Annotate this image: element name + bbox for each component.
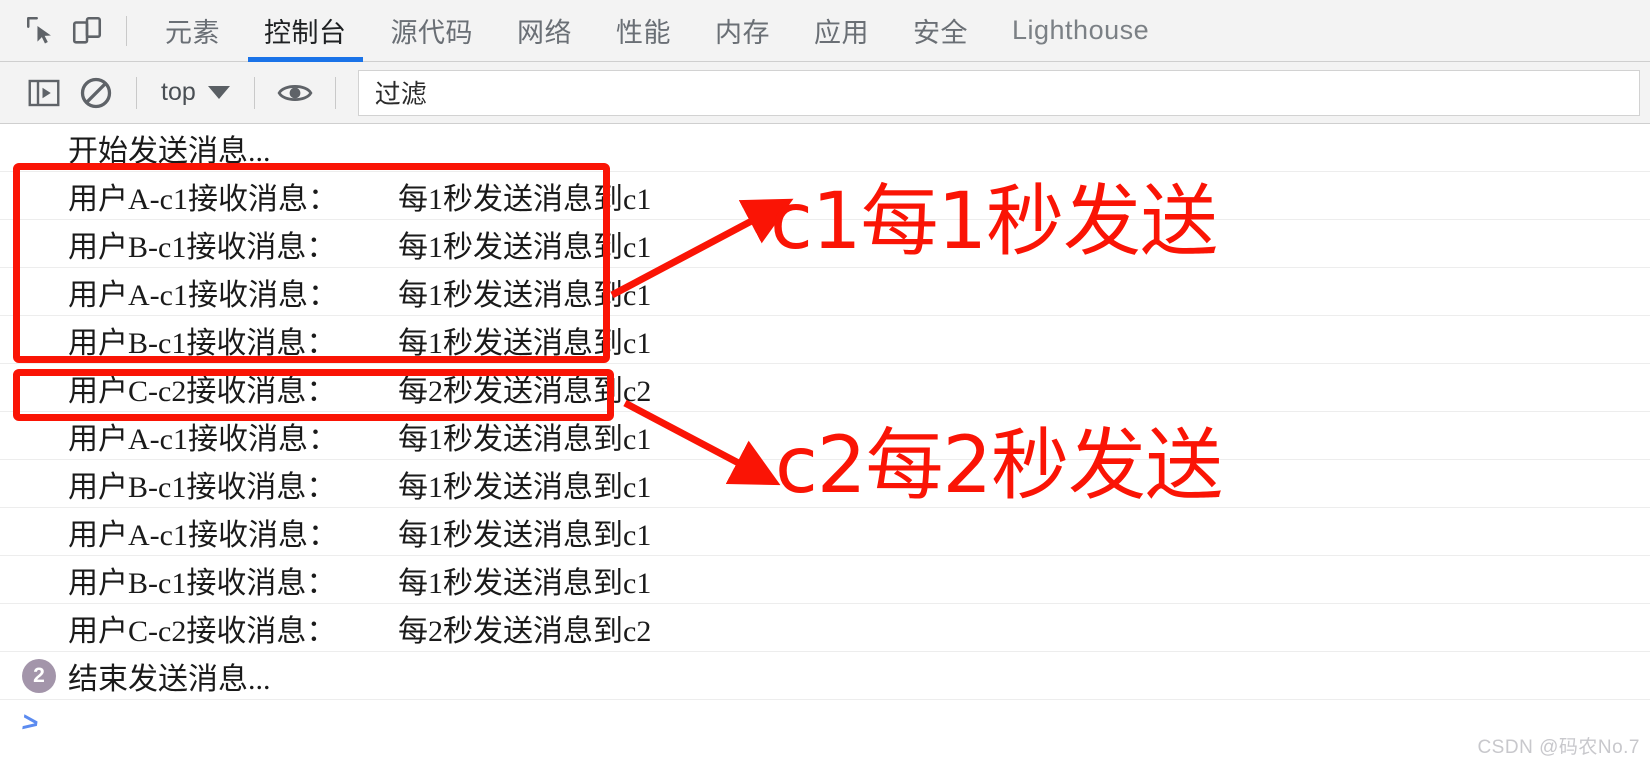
tab-application[interactable]: 应用 — [792, 0, 891, 62]
filterbar-divider-1 — [136, 76, 137, 109]
log-row[interactable]: 用户C-c2接收消息： 每2秒发送消息到c2 — [0, 364, 1650, 412]
tab-performance[interactable]: 性能 — [594, 0, 693, 62]
log-message-body: 每1秒发送消息到c1 — [398, 230, 652, 264]
tab-label: Lighthouse — [1012, 15, 1150, 45]
chevron-down-icon — [207, 86, 230, 99]
log-message-user: 用户B-c1接收消息： — [68, 470, 337, 504]
log-row[interactable]: 用户B-c1接收消息： 每1秒发送消息到c1 — [0, 556, 1650, 604]
tab-label: 内存 — [715, 18, 770, 48]
log-message-body: 每2秒发送消息到c2 — [398, 614, 652, 648]
log-row[interactable]: 用户B-c1接收消息： 每1秒发送消息到c1 — [0, 316, 1650, 364]
log-message-body: 每1秒发送消息到c1 — [398, 518, 652, 552]
tab-sources[interactable]: 源代码 — [369, 0, 496, 62]
log-message-user: 用户A-c1接收消息： — [68, 422, 338, 456]
toolbar-divider — [126, 15, 127, 46]
tab-lighthouse[interactable]: Lighthouse — [990, 0, 1171, 62]
log-message-body: 每1秒发送消息到c1 — [398, 470, 652, 504]
log-message-user: 用户C-c2接收消息： — [68, 374, 337, 408]
execution-context-value: top — [161, 78, 196, 106]
log-row[interactable]: 2 结束发送消息... — [0, 652, 1650, 700]
tab-network[interactable]: 网络 — [495, 0, 594, 62]
tab-label: 控制台 — [264, 18, 347, 48]
execution-context-selector[interactable]: top — [151, 76, 240, 109]
filter-input-text: 过滤 — [374, 79, 427, 109]
log-row[interactable]: 用户C-c2接收消息： 每2秒发送消息到c2 — [0, 604, 1650, 652]
device-toolbar-icon[interactable] — [64, 8, 110, 54]
tab-console[interactable]: 控制台 — [242, 0, 369, 62]
filterbar-divider-3 — [334, 76, 336, 109]
watermark: CSDN @码农No.7 — [1477, 737, 1640, 758]
console-prompt[interactable]: > — [0, 700, 1650, 746]
devtools-tabbar: 元素 控制台 源代码 网络 性能 内存 应用 安全 Lighthouse — [0, 0, 1650, 62]
inspect-element-icon[interactable] — [18, 8, 64, 54]
log-message-body: 每1秒发送消息到c1 — [398, 326, 652, 360]
log-message-body: 每2秒发送消息到c2 — [398, 374, 652, 408]
clear-console-icon[interactable] — [70, 70, 122, 116]
log-message-user: 用户C-c2接收消息： — [68, 614, 337, 648]
log-message: 开始发送消息... — [68, 134, 271, 168]
log-message-body: 每1秒发送消息到c1 — [398, 566, 652, 600]
log-message-body: 每1秒发送消息到c1 — [398, 182, 652, 216]
log-message-user: 用户B-c1接收消息： — [68, 326, 337, 360]
tab-label: 性能 — [616, 18, 671, 48]
log-message: 结束发送消息... — [68, 662, 271, 696]
tab-list: 元素 控制台 源代码 网络 性能 内存 应用 安全 Lighthouse — [143, 0, 1171, 62]
tab-label: 安全 — [913, 18, 968, 48]
log-message-user: 用户A-c1接收消息： — [68, 518, 338, 552]
annotation-label-c2: c2每2秒发送 — [775, 421, 1223, 511]
log-row[interactable]: 用户A-c1接收消息： 每1秒发送消息到c1 — [0, 268, 1650, 316]
devtools-window: 元素 控制台 源代码 网络 性能 内存 应用 安全 Lighthouse top… — [0, 0, 1650, 767]
log-message-user: 用户A-c1接收消息： — [68, 278, 338, 312]
log-message-user: 用户B-c1接收消息： — [68, 566, 337, 600]
log-message-body: 每1秒发送消息到c1 — [398, 278, 652, 312]
tab-label: 源代码 — [390, 18, 473, 48]
log-message-body: 每1秒发送消息到c1 — [398, 422, 652, 456]
log-repeat-count-badge: 2 — [22, 658, 56, 693]
log-row[interactable]: 开始发送消息... — [0, 124, 1650, 172]
tab-label: 元素 — [165, 18, 220, 48]
tab-label: 网络 — [517, 18, 572, 48]
live-expression-icon[interactable] — [269, 70, 321, 116]
console-filter-bar: top 过滤 — [0, 62, 1650, 124]
filter-input[interactable]: 过滤 — [357, 69, 1640, 116]
filterbar-divider-2 — [253, 76, 255, 109]
log-message-user: 用户B-c1接收消息： — [68, 230, 337, 264]
annotation-label-c1: c1每1秒发送 — [770, 177, 1218, 267]
tab-memory[interactable]: 内存 — [693, 0, 792, 62]
tab-label: 应用 — [814, 18, 869, 48]
prompt-caret-icon: > — [19, 706, 41, 739]
tab-security[interactable]: 安全 — [891, 0, 990, 62]
console-sidebar-icon[interactable] — [18, 70, 70, 116]
tab-elements[interactable]: 元素 — [143, 0, 242, 62]
log-row[interactable]: 用户A-c1接收消息： 每1秒发送消息到c1 — [0, 508, 1650, 556]
log-message-user: 用户A-c1接收消息： — [68, 182, 338, 216]
